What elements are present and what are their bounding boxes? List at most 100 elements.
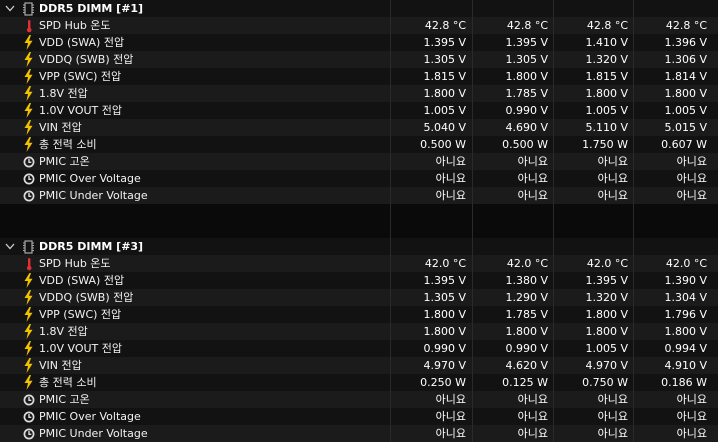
sensor-row[interactable]: PMIC 고온 아니요 아니요 아니요 아니요	[0, 153, 718, 170]
lightning-icon	[22, 323, 35, 340]
sensor-value: 1.306 V	[664, 53, 707, 66]
column-divider	[472, 357, 473, 374]
sensor-row[interactable]: VDD (SWA) 전압 1.395 V 1.395 V 1.410 V 1.396 V	[0, 34, 718, 51]
column-divider	[553, 306, 554, 323]
sensor-label: VDD (SWA) 전압	[39, 36, 125, 49]
column-divider	[633, 425, 634, 442]
sensor-value: 아니요	[517, 155, 548, 168]
sensor-value: 42.0 °C	[424, 257, 466, 270]
column-divider	[633, 85, 634, 102]
sensor-value: 아니요	[435, 410, 466, 423]
sensor-value: 1.800 V	[423, 87, 466, 100]
sensor-value: 1.395 V	[585, 274, 628, 287]
sensor-row[interactable]: 1.0V VOUT 전압 0.990 V 0.990 V 1.005 V 0.994 V	[0, 340, 718, 357]
sensor-label: 1.8V 전압	[39, 325, 88, 338]
sensor-row[interactable]: 총 전력 소비 0.500 W 0.500 W 1.750 W 0.607 W	[0, 136, 718, 153]
clock-icon	[22, 425, 35, 442]
sensor-row[interactable]: 총 전력 소비 0.250 W 0.125 W 0.750 W 0.186 W	[0, 374, 718, 391]
column-divider	[633, 340, 634, 357]
sensor-value: 1.005 V	[585, 104, 628, 117]
sensor-row[interactable]: 1.8V 전압 1.800 V 1.800 V 1.800 V 1.800 V	[0, 323, 718, 340]
sensor-label: VPP (SWC) 전압	[39, 308, 122, 321]
column-divider	[553, 357, 554, 374]
column-divider	[472, 51, 473, 68]
sensor-row[interactable]: VDDQ (SWB) 전압 1.305 V 1.290 V 1.320 V 1.304 …	[0, 289, 718, 306]
sensor-row[interactable]: VDD (SWA) 전압 1.395 V 1.380 V 1.395 V 1.390 V	[0, 272, 718, 289]
sensor-row[interactable]: VIN 전압 5.040 V 4.690 V 5.110 V 5.015 V	[0, 119, 718, 136]
sensor-row[interactable]: SPD Hub 온도 42.8 °C 42.8 °C 42.8 °C 42.8 °C	[0, 17, 718, 34]
sensor-label: VDDQ (SWB) 전압	[39, 291, 134, 304]
column-divider	[633, 408, 634, 425]
sensor-row[interactable]: PMIC Under Voltage 아니요 아니요 아니요 아니요	[0, 187, 718, 204]
sensor-row[interactable]: 1.8V 전압 1.800 V 1.785 V 1.800 V 1.800 V	[0, 85, 718, 102]
column-divider	[633, 187, 634, 204]
sensor-label: VPP (SWC) 전압	[39, 70, 122, 83]
sensor-label: PMIC Under Voltage	[39, 427, 148, 440]
chevron-down-icon[interactable]	[4, 0, 16, 17]
sensor-label: 총 전력 소비	[39, 138, 97, 151]
column-divider	[390, 340, 391, 357]
sensor-row[interactable]: PMIC Over Voltage 아니요 아니요 아니요 아니요	[0, 170, 718, 187]
sensor-value: 아니요	[597, 155, 628, 168]
column-divider	[390, 408, 391, 425]
lightning-icon	[22, 51, 35, 68]
sensor-row[interactable]: PMIC Under Voltage 아니요 아니요 아니요 아니요	[0, 425, 718, 442]
chevron-down-icon[interactable]	[4, 238, 16, 255]
column-divider	[472, 34, 473, 51]
sensor-value: 아니요	[597, 427, 628, 440]
clock-icon	[22, 170, 35, 187]
column-divider	[633, 153, 634, 170]
sensor-label: SPD Hub 온도	[39, 19, 111, 32]
group-header[interactable]: DDR5 DIMM [#1]	[0, 0, 718, 17]
column-divider	[472, 289, 473, 306]
sensor-value: 42.8 °C	[586, 19, 628, 32]
column-divider	[633, 68, 634, 85]
thermometer-icon	[22, 17, 35, 34]
sensor-label: 총 전력 소비	[39, 376, 97, 389]
sensor-label: PMIC 고온	[39, 393, 90, 406]
column-divider	[553, 34, 554, 51]
column-divider	[390, 153, 391, 170]
sensor-value: 1.800 V	[664, 87, 707, 100]
column-divider	[553, 374, 554, 391]
sensor-value: 아니요	[597, 393, 628, 406]
column-divider	[390, 102, 391, 119]
column-divider	[472, 340, 473, 357]
column-divider	[553, 170, 554, 187]
column-divider	[390, 34, 391, 51]
sensor-value: 1.305 V	[505, 53, 548, 66]
column-divider	[472, 408, 473, 425]
group-header[interactable]: DDR5 DIMM [#3]	[0, 238, 718, 255]
lightning-icon	[22, 357, 35, 374]
sensor-value: 5.040 V	[423, 121, 466, 134]
sensor-value: 5.015 V	[664, 121, 707, 134]
column-divider	[472, 119, 473, 136]
column-divider	[553, 85, 554, 102]
column-divider	[633, 357, 634, 374]
sensor-row[interactable]: VPP (SWC) 전압 1.815 V 1.800 V 1.815 V 1.814 V	[0, 68, 718, 85]
column-divider	[553, 221, 554, 238]
column-divider	[553, 119, 554, 136]
sensor-value: 1.800 V	[505, 325, 548, 338]
sensor-row[interactable]: PMIC Over Voltage 아니요 아니요 아니요 아니요	[0, 408, 718, 425]
sensor-value: 아니요	[435, 427, 466, 440]
sensor-value: 아니요	[517, 410, 548, 423]
sensor-value: 1.305 V	[423, 53, 466, 66]
sensor-value: 4.970 V	[585, 359, 628, 372]
sensor-row[interactable]: 1.0V VOUT 전압 1.005 V 0.990 V 1.005 V 1.005 V	[0, 102, 718, 119]
sensor-row[interactable]: VIN 전압 4.970 V 4.620 V 4.970 V 4.910 V	[0, 357, 718, 374]
sensor-label: 1.8V 전압	[39, 87, 88, 100]
sensor-value: 42.0 °C	[586, 257, 628, 270]
sensor-value: 아니요	[435, 393, 466, 406]
sensor-row[interactable]: VPP (SWC) 전압 1.800 V 1.785 V 1.800 V 1.796 V	[0, 306, 718, 323]
lightning-icon	[22, 374, 35, 391]
column-divider	[472, 68, 473, 85]
sensor-row[interactable]: VDDQ (SWB) 전압 1.305 V 1.305 V 1.320 V 1.306 …	[0, 51, 718, 68]
column-divider	[553, 323, 554, 340]
sensor-row[interactable]: PMIC 고온 아니요 아니요 아니요 아니요	[0, 391, 718, 408]
column-divider	[633, 17, 634, 34]
sensor-row[interactable]: SPD Hub 온도 42.0 °C 42.0 °C 42.0 °C 42.0 °C	[0, 255, 718, 272]
lightning-icon	[22, 272, 35, 289]
sensor-value: 1.005 V	[585, 342, 628, 355]
column-divider	[633, 323, 634, 340]
